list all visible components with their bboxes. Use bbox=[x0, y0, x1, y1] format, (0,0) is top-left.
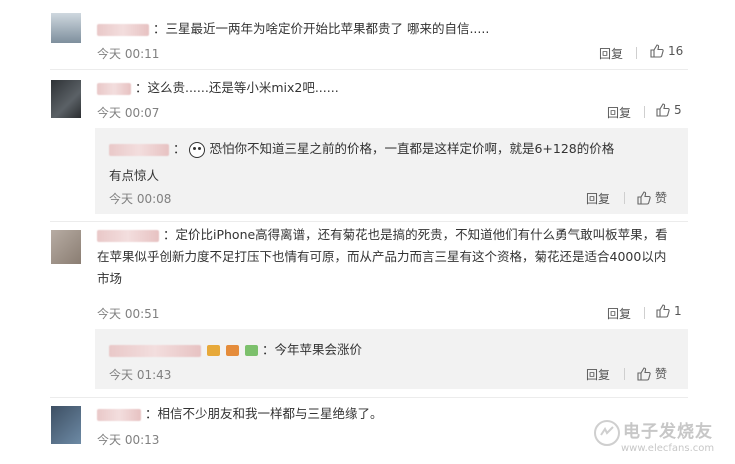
comment-text: ：这么贵......还是等小米mix2吧...... bbox=[134, 80, 339, 95]
watermark-subtitle: www.elecfans.com bbox=[621, 443, 715, 454]
avatar[interactable] bbox=[51, 80, 81, 118]
reply-button[interactable]: 回复 bbox=[607, 305, 631, 322]
avatar[interactable] bbox=[51, 13, 81, 43]
reply-prefix: ： bbox=[172, 141, 186, 156]
divider bbox=[644, 106, 645, 118]
divider bbox=[624, 368, 625, 380]
username[interactable] bbox=[109, 143, 169, 156]
badge-icon bbox=[206, 345, 220, 356]
like-label: 赞 bbox=[655, 191, 668, 205]
divider bbox=[624, 192, 625, 204]
avatar[interactable] bbox=[51, 230, 81, 264]
like-count: 5 bbox=[674, 103, 682, 117]
reply-text: ：今年苹果会涨价 bbox=[261, 342, 362, 357]
reply-text-continued: 有点惊人 bbox=[109, 168, 160, 183]
username[interactable] bbox=[97, 229, 159, 242]
like-button[interactable]: 5 bbox=[656, 103, 682, 117]
divider bbox=[636, 47, 637, 59]
timestamp: 今天 00:07 bbox=[97, 106, 160, 120]
timestamp: 今天 00:11 bbox=[97, 47, 160, 61]
divider bbox=[50, 221, 688, 222]
comment-text: ：定价比iPhone高得离谱，还有菊花也是搞的死贵，不知道他们有什么勇气敢叫板苹… bbox=[97, 227, 668, 286]
timestamp: 今天 00:51 bbox=[97, 307, 160, 321]
username[interactable] bbox=[97, 23, 149, 36]
comment-text: ：相信不少朋友和我一样都与三星绝缘了。 bbox=[144, 406, 383, 421]
comment-text: ：三星最近一两年为啥定价开始比苹果都贵了 哪来的自信..... bbox=[152, 21, 490, 36]
thumbs-up-icon bbox=[637, 190, 651, 205]
like-button[interactable]: 赞 bbox=[637, 189, 667, 206]
thumbs-up-icon bbox=[656, 304, 670, 318]
reply-text: 恐怕你不知道三星之前的价格，一直都是这样定价啊，就是6+128的价格 bbox=[209, 141, 615, 156]
timestamp: 今天 00:08 bbox=[109, 192, 172, 206]
timestamp: 今天 01:43 bbox=[109, 368, 172, 382]
username[interactable] bbox=[97, 82, 131, 95]
thumbs-up-icon bbox=[656, 103, 670, 117]
reply-button[interactable]: 回复 bbox=[607, 104, 631, 121]
like-button[interactable]: 赞 bbox=[637, 365, 667, 382]
like-button[interactable]: 16 bbox=[650, 44, 683, 58]
timestamp: 今天 00:13 bbox=[97, 433, 160, 447]
divider bbox=[50, 69, 688, 70]
username[interactable] bbox=[97, 408, 141, 421]
reply-button[interactable]: 回复 bbox=[599, 45, 623, 62]
divider bbox=[50, 397, 688, 398]
badge-icon bbox=[225, 345, 239, 356]
like-count: 16 bbox=[668, 44, 684, 58]
reply-button[interactable]: 回复 bbox=[586, 190, 610, 207]
watermark-title: 电子发烧友 bbox=[623, 422, 713, 442]
like-button[interactable]: 1 bbox=[656, 304, 682, 318]
reply-thread: ： 恐怕你不知道三星之前的价格，一直都是这样定价啊，就是6+128的价格 有点惊… bbox=[95, 128, 688, 214]
avatar[interactable] bbox=[51, 406, 81, 444]
watermark: 电子发烧友 www.elecfans.com bbox=[593, 415, 735, 460]
thumbs-up-icon bbox=[637, 366, 651, 381]
divider bbox=[644, 307, 645, 319]
badge-icon bbox=[244, 345, 258, 356]
like-label: 赞 bbox=[655, 367, 668, 381]
like-count: 1 bbox=[674, 304, 682, 318]
username[interactable] bbox=[109, 344, 201, 357]
reply-button[interactable]: 回复 bbox=[586, 366, 610, 383]
emoji-face-icon bbox=[189, 141, 206, 158]
logo-icon bbox=[594, 420, 620, 446]
reply-thread: ：今年苹果会涨价 今天 01:43 回复 赞 bbox=[95, 329, 688, 389]
thumbs-up-icon bbox=[650, 44, 664, 58]
